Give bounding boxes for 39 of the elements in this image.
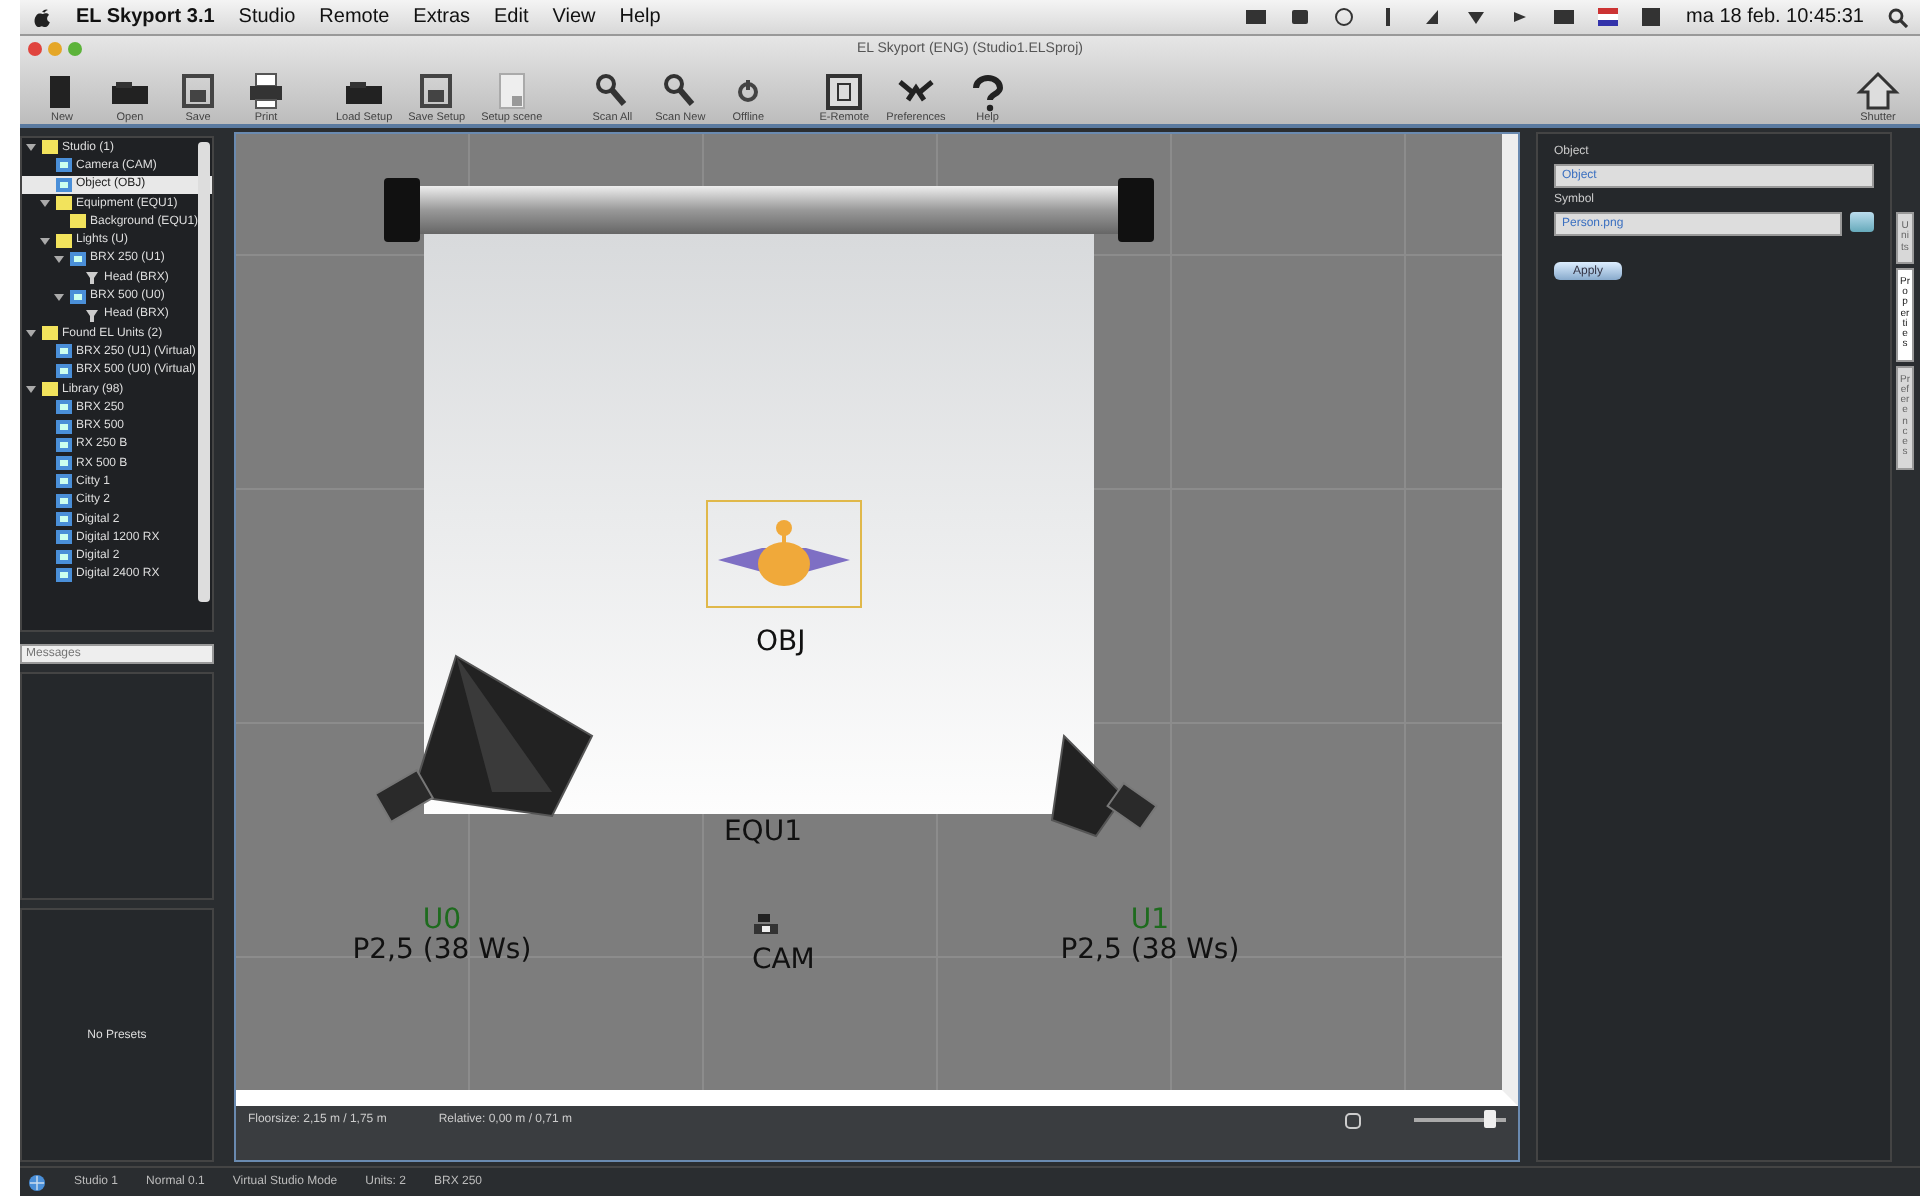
menu-item[interactable]: Studio [238, 6, 296, 28]
menu-clock: ma 18 feb. 10:45:31 [1686, 6, 1864, 28]
browse-button[interactable] [1850, 212, 1874, 232]
house-icon [1856, 70, 1900, 112]
unit-label: U1 [1128, 904, 1172, 936]
scrollbar[interactable] [197, 142, 210, 602]
folder-icon [42, 138, 58, 157]
menu-item[interactable]: Edit [494, 6, 529, 28]
globe-icon [28, 1173, 46, 1191]
power-label: P2,5 (38 Ws) [1058, 934, 1242, 966]
menu-item[interactable]: Extras [413, 6, 471, 28]
person-figure-icon [705, 500, 862, 608]
expanded-caret-icon[interactable] [26, 384, 36, 394]
flag-icon [1598, 6, 1619, 28]
camera-icon [751, 910, 780, 938]
unit-label: U0 [420, 904, 464, 936]
object-label: OBJ [755, 626, 806, 658]
zoom-fit-icon [1344, 1111, 1362, 1129]
expanded-caret-icon[interactable] [40, 198, 50, 209]
expanded-caret-icon[interactable] [40, 235, 50, 246]
remote-icon [822, 70, 867, 112]
expanded-caret-icon[interactable] [54, 291, 64, 302]
apple-icon [32, 6, 52, 28]
slider-thumb[interactable] [1483, 1110, 1496, 1128]
expanded-caret-icon[interactable] [54, 253, 64, 264]
menu-item[interactable]: Help [619, 6, 661, 28]
camera-label: CAM [751, 944, 815, 976]
folder-icon [42, 324, 58, 343]
menu-item[interactable]: View [552, 6, 596, 28]
folder-icon [42, 380, 58, 398]
expanded-caret-icon[interactable] [26, 142, 36, 153]
power-label: P2,5 (38 Ws) [350, 934, 534, 966]
expanded-caret-icon[interactable] [26, 328, 36, 339]
search-icon [1888, 7, 1908, 27]
printer-icon [244, 70, 288, 112]
backdrop-label: EQU1 [723, 816, 802, 848]
app-menu[interactable]: EL Skyport 3.1 [76, 6, 215, 28]
menu-item[interactable]: Remote [319, 6, 390, 28]
close-button[interactable] [28, 41, 42, 55]
